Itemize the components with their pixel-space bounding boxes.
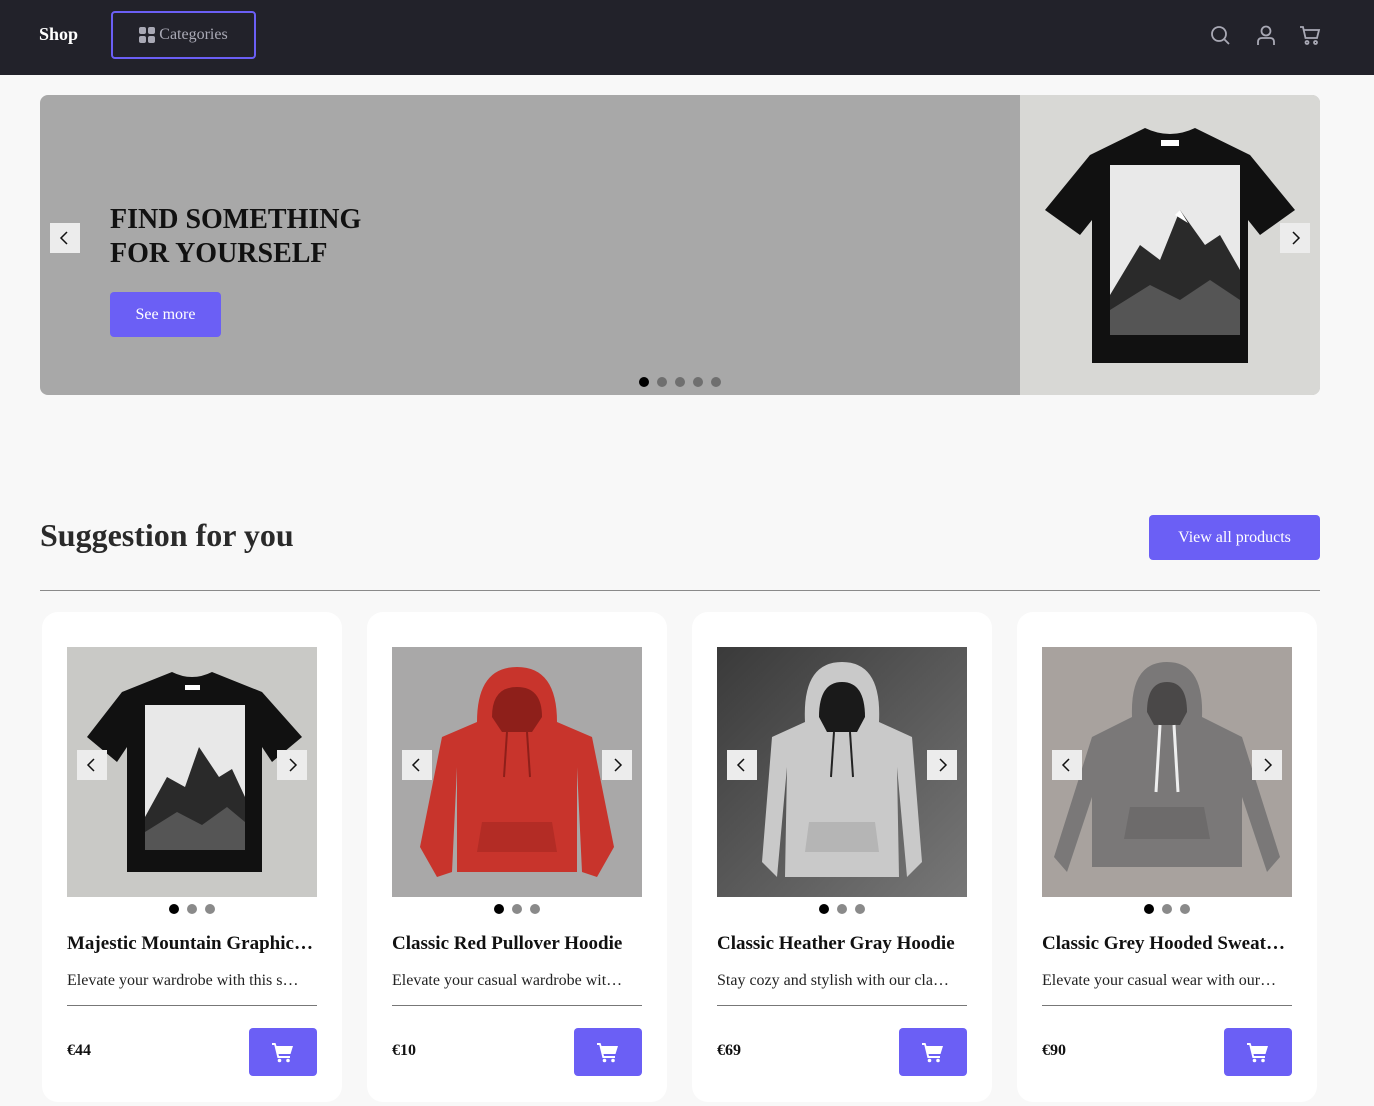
image-prev-button[interactable]	[1052, 750, 1082, 780]
hero-next-button[interactable]	[1280, 223, 1310, 253]
categories-label: Categories	[159, 26, 228, 43]
image-indicators	[169, 904, 215, 914]
chevron-left-icon	[86, 758, 95, 772]
slide-dot[interactable]	[639, 377, 649, 387]
section-title: Suggestion for you	[40, 517, 294, 553]
card-divider	[1042, 1005, 1292, 1006]
slide-dot[interactable]	[657, 377, 667, 387]
see-more-button[interactable]: See more	[110, 292, 221, 337]
product-title[interactable]: Classic Red Pullover Hoodie	[392, 933, 642, 955]
product-card[interactable]: Majestic Mountain Graphic Tee Elevate yo…	[42, 612, 342, 1102]
hero-carousel: FIND SOMETHING FOR YOURSELF See more	[40, 95, 1320, 395]
hero-product-image	[1020, 95, 1320, 395]
slide-dot[interactable]	[693, 377, 703, 387]
cart-icon[interactable]	[1298, 23, 1322, 47]
cart-icon	[922, 1043, 943, 1063]
product-description: Elevate your casual wardrobe with our cl…	[392, 972, 627, 989]
image-dot[interactable]	[1180, 904, 1190, 914]
cart-icon	[272, 1043, 293, 1063]
image-indicators	[819, 904, 865, 914]
image-dot[interactable]	[819, 904, 829, 914]
view-all-products-button[interactable]: View all products	[1149, 515, 1320, 560]
categories-button[interactable]: Categories	[111, 11, 256, 59]
image-dot[interactable]	[1162, 904, 1172, 914]
hero-slide-indicators	[639, 377, 721, 387]
product-description: Stay cozy and stylish with our classic h…	[717, 972, 952, 989]
image-next-button[interactable]	[602, 750, 632, 780]
product-description: Elevate your casual wear with our classi…	[1042, 972, 1277, 989]
image-dot[interactable]	[169, 904, 179, 914]
image-dot[interactable]	[187, 904, 197, 914]
slide-dot[interactable]	[711, 377, 721, 387]
search-icon[interactable]	[1208, 23, 1232, 47]
image-dot[interactable]	[1144, 904, 1154, 914]
add-to-cart-button[interactable]	[249, 1028, 317, 1076]
product-price: €90	[1042, 1042, 1066, 1059]
chevron-right-icon	[1292, 231, 1301, 245]
image-dot[interactable]	[205, 904, 215, 914]
chevron-right-icon	[1264, 758, 1273, 772]
chevron-right-icon	[614, 758, 623, 772]
image-indicators	[1144, 904, 1190, 914]
chevron-left-icon	[1061, 758, 1070, 772]
image-next-button[interactable]	[1252, 750, 1282, 780]
image-dot[interactable]	[530, 904, 540, 914]
hero-prev-button[interactable]	[50, 223, 80, 253]
card-divider	[67, 1005, 317, 1006]
product-price: €44	[67, 1042, 91, 1059]
chevron-right-icon	[289, 758, 298, 772]
product-card[interactable]: Classic Red Pullover Hoodie Elevate your…	[367, 612, 667, 1102]
image-indicators	[494, 904, 540, 914]
add-to-cart-button[interactable]	[1224, 1028, 1292, 1076]
image-dot[interactable]	[855, 904, 865, 914]
product-card[interactable]: Classic Grey Hooded Sweatshirt Elevate y…	[1017, 612, 1317, 1102]
add-to-cart-button[interactable]	[899, 1028, 967, 1076]
image-prev-button[interactable]	[402, 750, 432, 780]
product-title[interactable]: Classic Heather Gray Hoodie	[717, 933, 967, 955]
slide-dot[interactable]	[675, 377, 685, 387]
chevron-right-icon	[939, 758, 948, 772]
image-next-button[interactable]	[277, 750, 307, 780]
section-divider	[40, 590, 1320, 591]
card-divider	[717, 1005, 967, 1006]
user-icon[interactable]	[1254, 23, 1278, 47]
product-title[interactable]: Majestic Mountain Graphic Tee	[67, 933, 317, 955]
add-to-cart-button[interactable]	[574, 1028, 642, 1076]
product-card[interactable]: Classic Heather Gray Hoodie Stay cozy an…	[692, 612, 992, 1102]
image-dot[interactable]	[494, 904, 504, 914]
card-divider	[392, 1005, 642, 1006]
product-price: €69	[717, 1042, 741, 1059]
image-prev-button[interactable]	[727, 750, 757, 780]
cart-icon	[597, 1043, 618, 1063]
image-prev-button[interactable]	[77, 750, 107, 780]
image-next-button[interactable]	[927, 750, 957, 780]
top-navigation-bar: Shop Categories	[0, 0, 1374, 75]
chevron-left-icon	[736, 758, 745, 772]
product-title[interactable]: Classic Grey Hooded Sweatshirt	[1042, 933, 1292, 955]
image-dot[interactable]	[837, 904, 847, 914]
chevron-left-icon	[59, 231, 68, 245]
image-dot[interactable]	[512, 904, 522, 914]
product-price: €10	[392, 1042, 416, 1059]
chevron-left-icon	[411, 758, 420, 772]
product-description: Elevate your wardrobe with this stylish …	[67, 972, 302, 989]
cart-icon	[1247, 1043, 1268, 1063]
brand-logo[interactable]: Shop	[39, 24, 78, 45]
grid-icon	[139, 27, 156, 43]
hero-title: FIND SOMETHING FOR YOURSELF	[110, 204, 362, 269]
